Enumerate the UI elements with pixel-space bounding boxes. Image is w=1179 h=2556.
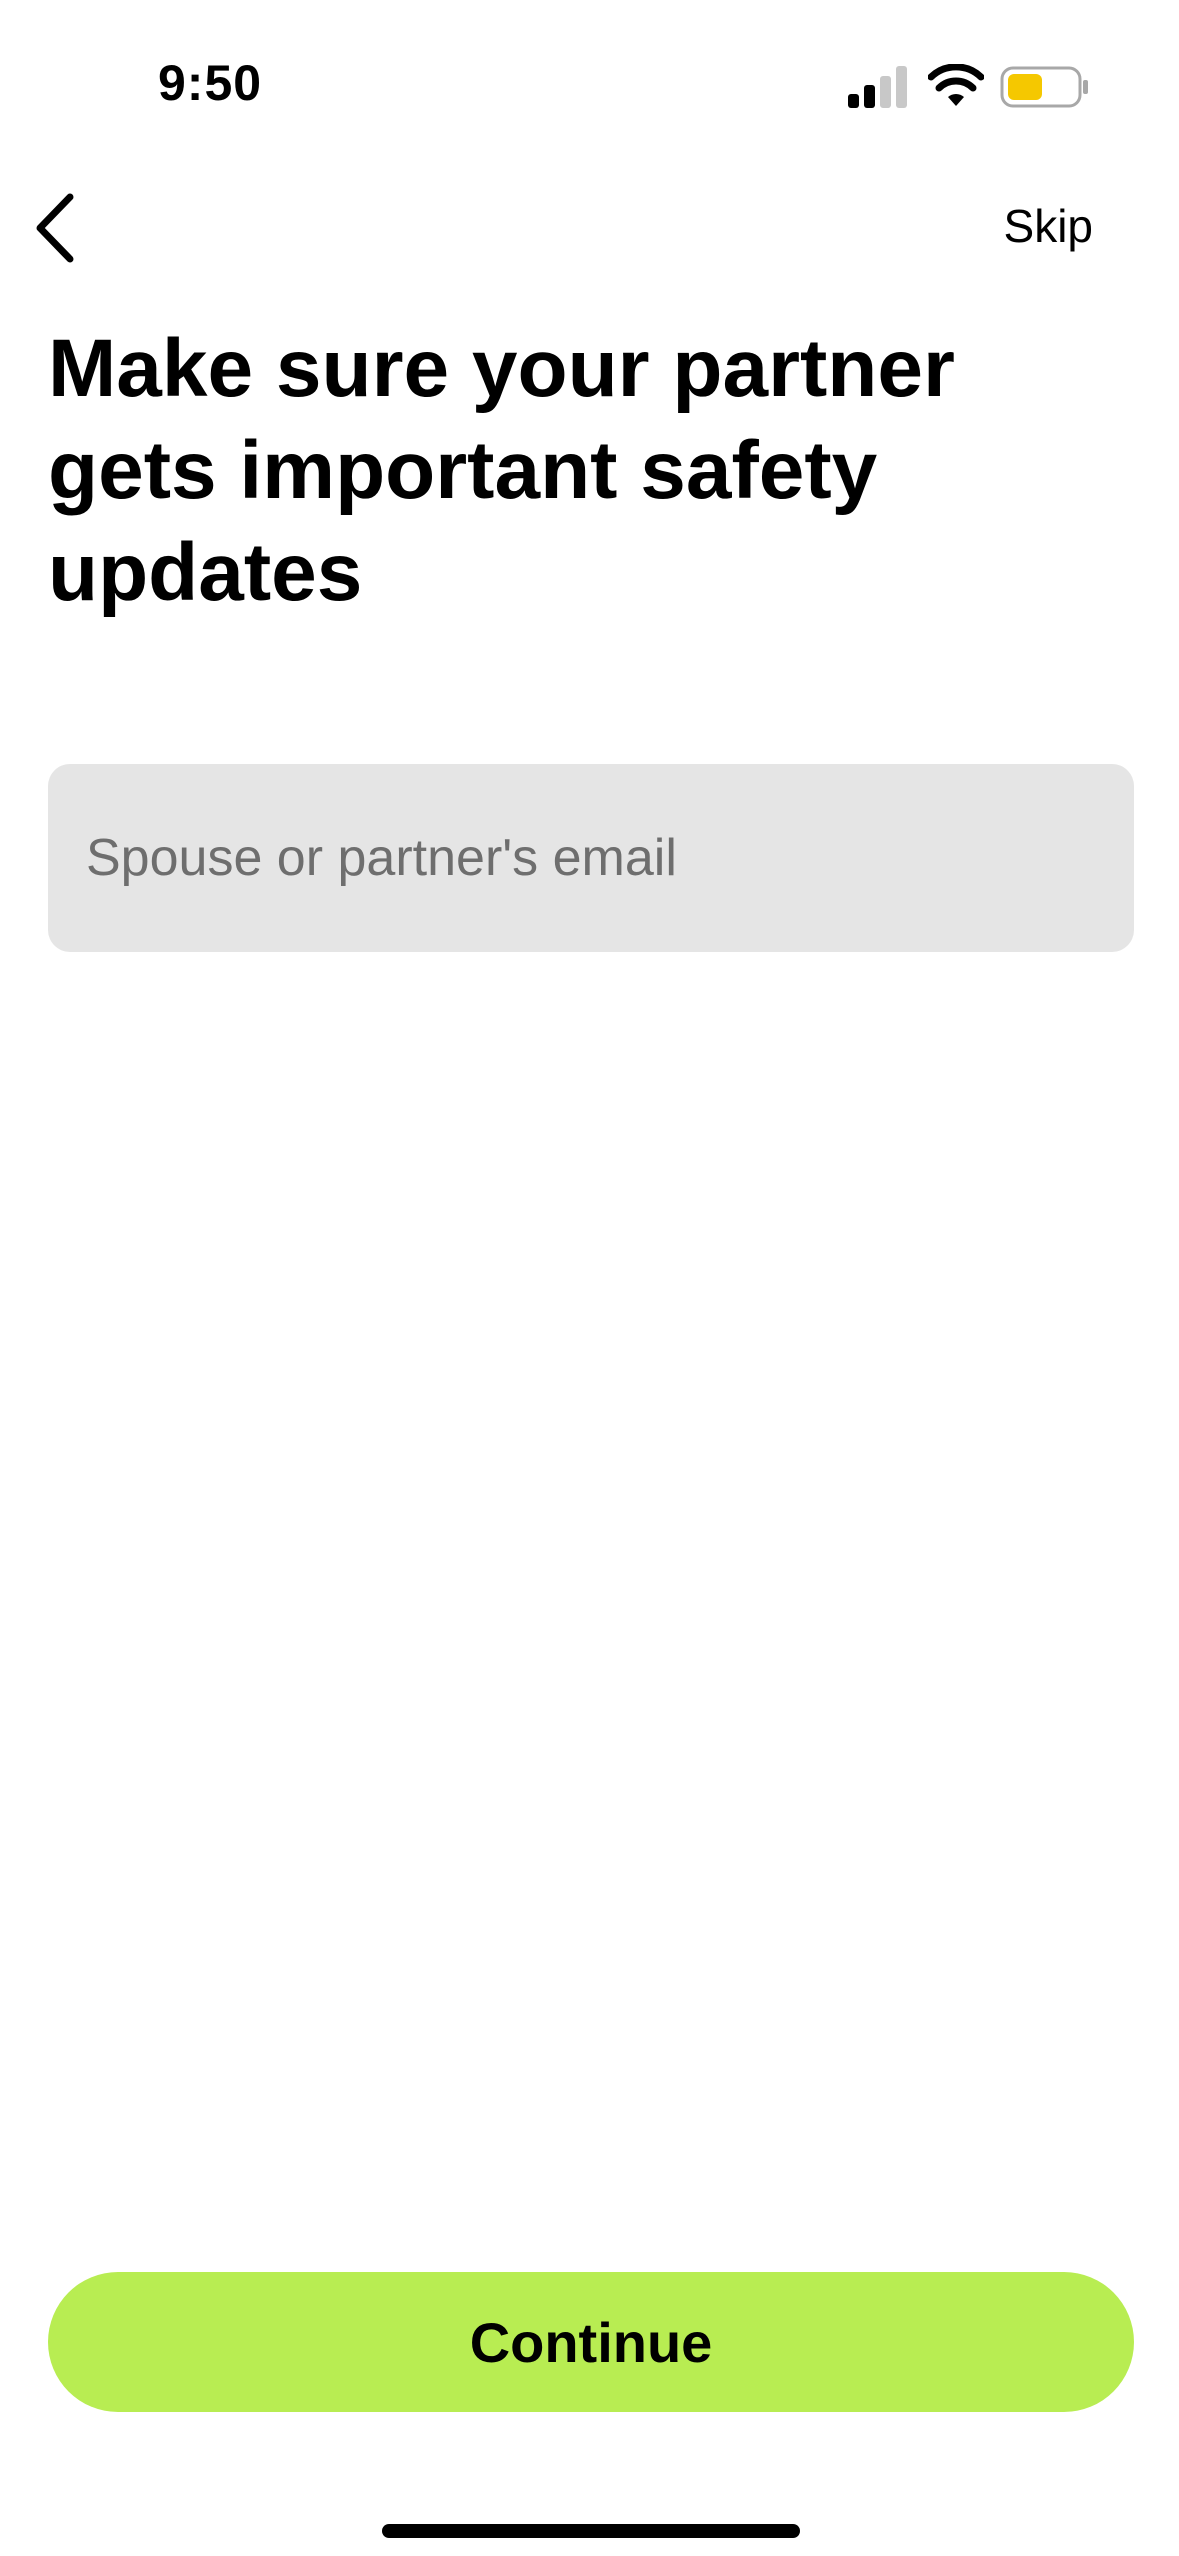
battery-icon (1000, 66, 1088, 108)
back-button[interactable] (16, 186, 92, 270)
page-title: Make sure your partner gets important sa… (48, 323, 955, 618)
wifi-icon (928, 64, 984, 106)
partner-email-input[interactable] (48, 764, 1134, 952)
status-time: 9:50 (158, 55, 263, 111)
chevron-left-icon (36, 193, 74, 263)
home-indicator (382, 2524, 800, 2538)
skip-button[interactable]: Skip (1004, 196, 1093, 256)
continue-button[interactable]: Continue (48, 2272, 1134, 2412)
signal-icon (848, 66, 907, 108)
status-bar: 9:50 (0, 0, 1179, 170)
